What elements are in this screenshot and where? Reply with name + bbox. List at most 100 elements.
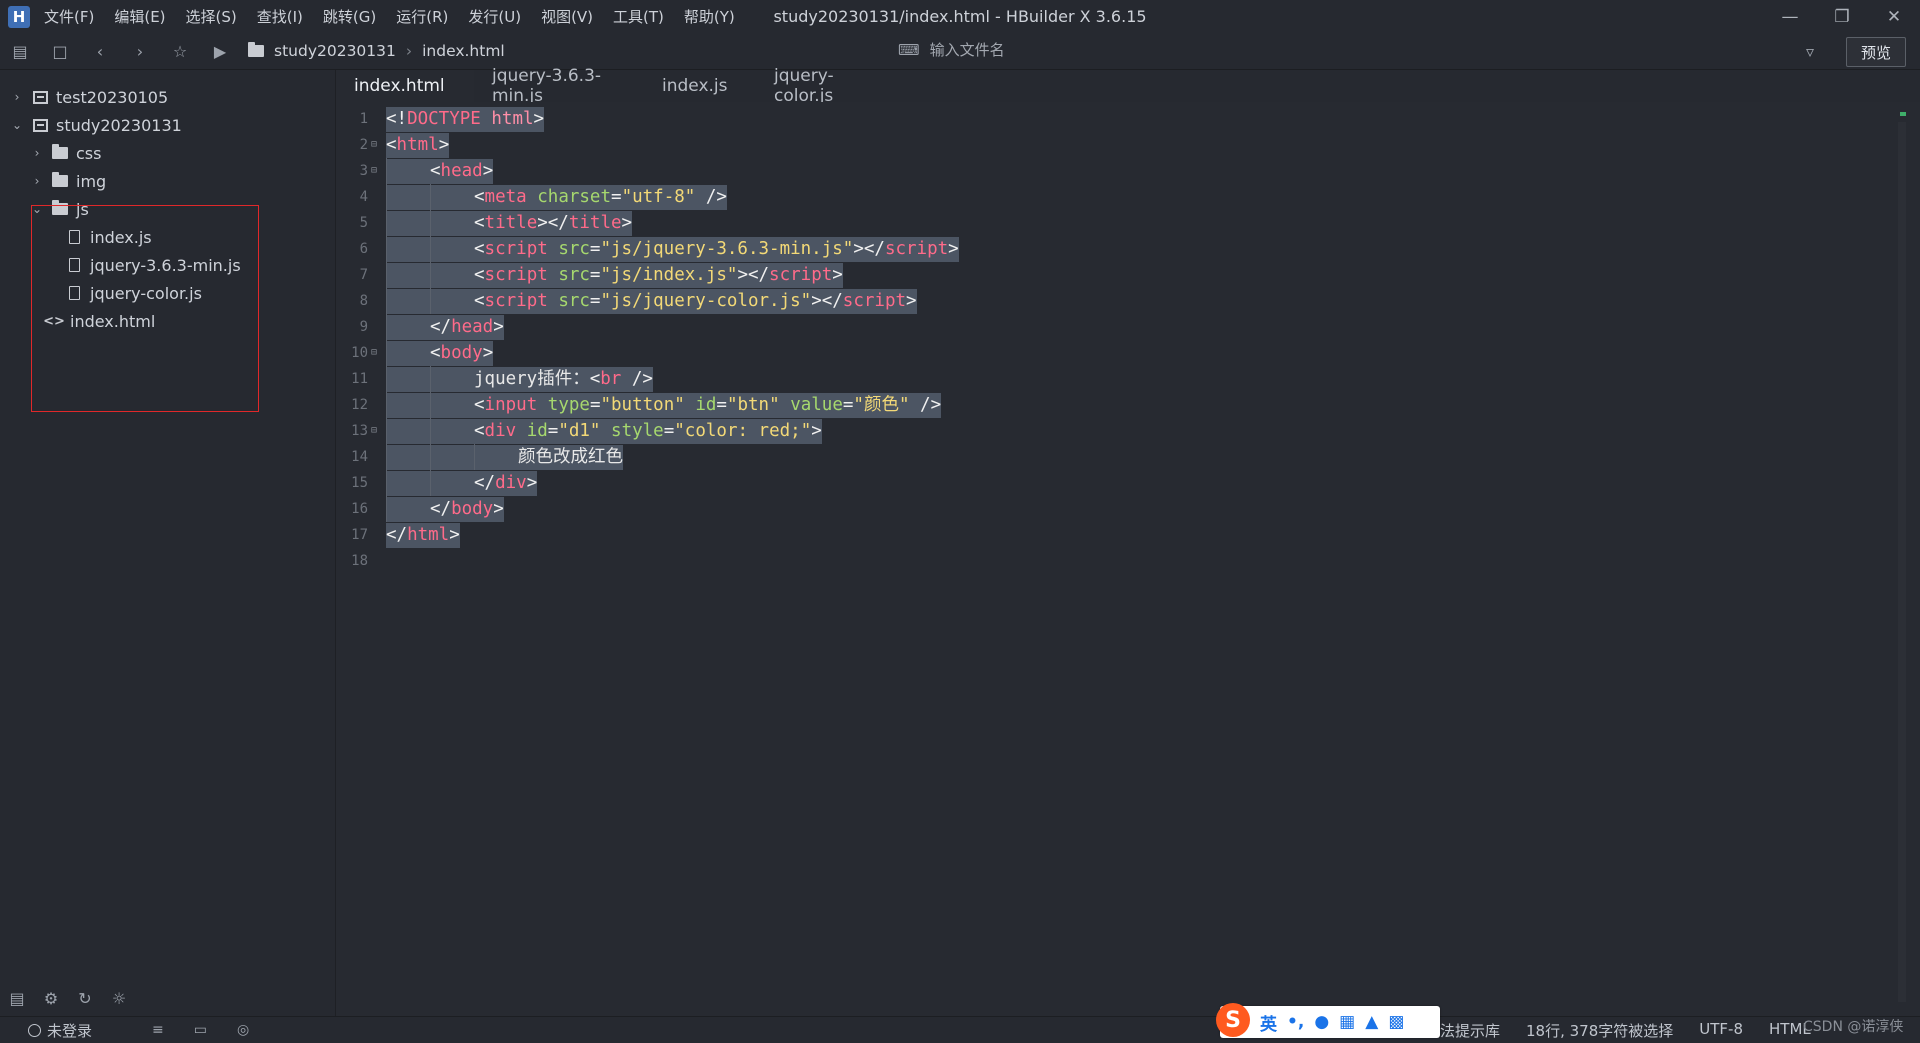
code-line[interactable]: <body> (386, 340, 494, 366)
menu-item-2[interactable]: 选择(S) (186, 6, 237, 27)
fold-toggle-icon[interactable]: ⊟ (371, 132, 377, 158)
preview-button[interactable]: 预览 (1846, 37, 1906, 67)
code-token: script (484, 239, 548, 259)
code-line[interactable]: </div> (386, 470, 538, 496)
file-search-input[interactable] (927, 40, 1192, 60)
breadcrumb: study20230131 › index.html (248, 42, 505, 60)
code-line[interactable]: <script src="js/jquery-3.6.3-min.js"></s… (386, 236, 959, 262)
code-token: div (495, 473, 527, 493)
tree-item-jquery-color-js[interactable]: jquery-color.js (66, 280, 202, 306)
debug-icon[interactable]: ⚙ (34, 989, 68, 1008)
terminal-icon[interactable]: ▭ (194, 1022, 207, 1038)
punctuation-icon[interactable]: •, (1287, 1012, 1304, 1032)
chevron-down-icon[interactable]: ⌄ (30, 202, 44, 216)
chevron-right-icon[interactable]: › (10, 90, 24, 104)
skin-icon[interactable]: ▲ (1365, 1012, 1378, 1032)
tree-item-jquery-3-6-3-min-js[interactable]: jquery-3.6.3-min.js (66, 252, 241, 278)
save-icon[interactable]: □ (40, 33, 80, 69)
code-token: DOCTYPE (407, 109, 481, 129)
microphone-icon[interactable]: ● (1314, 1012, 1329, 1032)
syntax-hint-label[interactable]: 法提示库 (1440, 1020, 1500, 1041)
tab-index-html[interactable]: index.html (336, 70, 474, 102)
tree-item-test20230105[interactable]: › test20230105 (10, 84, 169, 110)
code-token: head (451, 317, 494, 337)
tree-item-study20230131[interactable]: ⌄ study20230131 (10, 112, 182, 138)
vertical-scrollbar[interactable] (1898, 122, 1906, 1002)
back-icon[interactable]: ‹ (80, 33, 120, 69)
code-token: </ (430, 317, 452, 337)
plugin-icon[interactable]: ☼ (102, 989, 136, 1008)
code-line[interactable]: <title></title> (386, 210, 633, 236)
tree-item-js[interactable]: ⌄ js (30, 196, 89, 222)
star-icon[interactable]: ☆ (160, 33, 200, 69)
fold-toggle-icon[interactable]: ⊟ (371, 418, 377, 444)
code-editor[interactable]: 1 2 ⊟ 3 ⊟ 4 5 6 7 8 9 10 ⊟ 11 12 13 ⊟ 14 15 16 17 18 <!DOCTYP… (336, 102, 1906, 1016)
forward-icon[interactable]: › (120, 33, 160, 69)
code-line[interactable]: <meta charset="utf-8" /> (386, 184, 727, 210)
chevron-down-icon[interactable]: ⌄ (10, 118, 24, 132)
fold-toggle-icon[interactable]: ⊟ (371, 158, 377, 184)
ime-language[interactable]: 英 (1260, 1010, 1277, 1035)
restore-icon[interactable]: ❐ (1816, 0, 1868, 33)
menu-item-5[interactable]: 运行(R) (396, 6, 448, 27)
menu-item-6[interactable]: 发行(U) (468, 6, 521, 27)
code-token: > (449, 525, 460, 545)
code-line[interactable]: <head> (386, 158, 494, 184)
encoding-label[interactable]: UTF-8 (1699, 1020, 1743, 1041)
keyboard-icon[interactable]: ▦ (1339, 1012, 1355, 1032)
toolbox-icon[interactable]: ▩ (1388, 1012, 1404, 1032)
code-token: > (811, 421, 822, 441)
project-manager-icon[interactable]: ▤ (0, 989, 34, 1008)
breadcrumb-project[interactable]: study20230131 (274, 42, 396, 60)
code-token: jquery插件： (474, 369, 590, 389)
code-token: > (621, 213, 633, 233)
menu-item-9[interactable]: 帮助(Y) (684, 6, 735, 27)
code-line[interactable]: <script src="js/jquery-color.js"></scrip… (386, 288, 917, 314)
tab-jquery-3-6-3-min-js[interactable]: jquery-3.6.3-min.js (474, 66, 644, 106)
code-line[interactable]: <html> (386, 132, 450, 158)
code-line[interactable]: </html> (386, 522, 460, 548)
code-line[interactable]: <script src="js/index.js"></script> (386, 262, 843, 288)
indent-guide (386, 288, 387, 314)
code-token: "js/jquery-3.6.3-min.js" (600, 239, 854, 259)
code-token: br (600, 369, 622, 389)
tree-item-css[interactable]: › css (30, 140, 102, 166)
code-line[interactable]: <div id="d1" style="color: red;"> (386, 418, 822, 444)
browser-icon[interactable]: ◎ (237, 1022, 249, 1038)
tree-item-img[interactable]: › img (30, 168, 107, 194)
menu-item-1[interactable]: 编辑(E) (114, 6, 165, 27)
fold-toggle-icon[interactable]: ⊟ (371, 340, 377, 366)
close-icon[interactable]: ✕ (1868, 0, 1920, 33)
chevron-right-icon[interactable]: › (30, 146, 44, 160)
filter-icon[interactable]: ▿ (1806, 42, 1814, 61)
line-number: 14 (351, 449, 368, 465)
new-file-icon[interactable]: ▤ (0, 33, 40, 69)
source-control-icon[interactable]: ↻ (68, 989, 102, 1008)
menu-item-4[interactable]: 跳转(G) (323, 6, 376, 27)
menu-item-3[interactable]: 查找(I) (257, 6, 303, 27)
tab-index-js[interactable]: index.js (644, 70, 756, 102)
code-token: > (906, 291, 917, 311)
login-status[interactable]: 未登录 (28, 1020, 92, 1041)
code-line[interactable]: </body> (386, 496, 504, 522)
menu-item-0[interactable]: 文件(F) (44, 6, 94, 27)
menu-item-8[interactable]: 工具(T) (613, 6, 664, 27)
tab-jquery-color-js[interactable]: jquery-color.js (756, 66, 906, 106)
menu-item-7[interactable]: 视图(V) (541, 6, 593, 27)
breadcrumb-file[interactable]: index.html (422, 42, 505, 60)
code-line[interactable]: jquery插件：<br /> (386, 366, 653, 392)
chevron-right-icon[interactable]: › (30, 174, 44, 188)
tree-item-index-js[interactable]: index.js (66, 224, 152, 250)
code-line[interactable]: </head> (386, 314, 504, 340)
ime-toolbar[interactable]: S 英 •, ● ▦ ▲ ▩ (1216, 1003, 1440, 1038)
outline-icon[interactable]: ≡ (152, 1022, 164, 1038)
minimize-icon[interactable]: — (1764, 0, 1816, 33)
code-line[interactable]: <!DOCTYPE html> (386, 106, 545, 132)
code-line[interactable]: <input type="button" id="btn" value="颜色"… (386, 392, 942, 418)
tree-item-index-html[interactable]: <> index.html (43, 308, 156, 334)
tree-item-label: index.html (70, 311, 156, 331)
code-line[interactable]: 颜色改成红色 (386, 444, 623, 470)
run-icon[interactable]: ▶ (200, 33, 240, 69)
indent-guide (386, 236, 387, 262)
code-token: script (484, 291, 548, 311)
